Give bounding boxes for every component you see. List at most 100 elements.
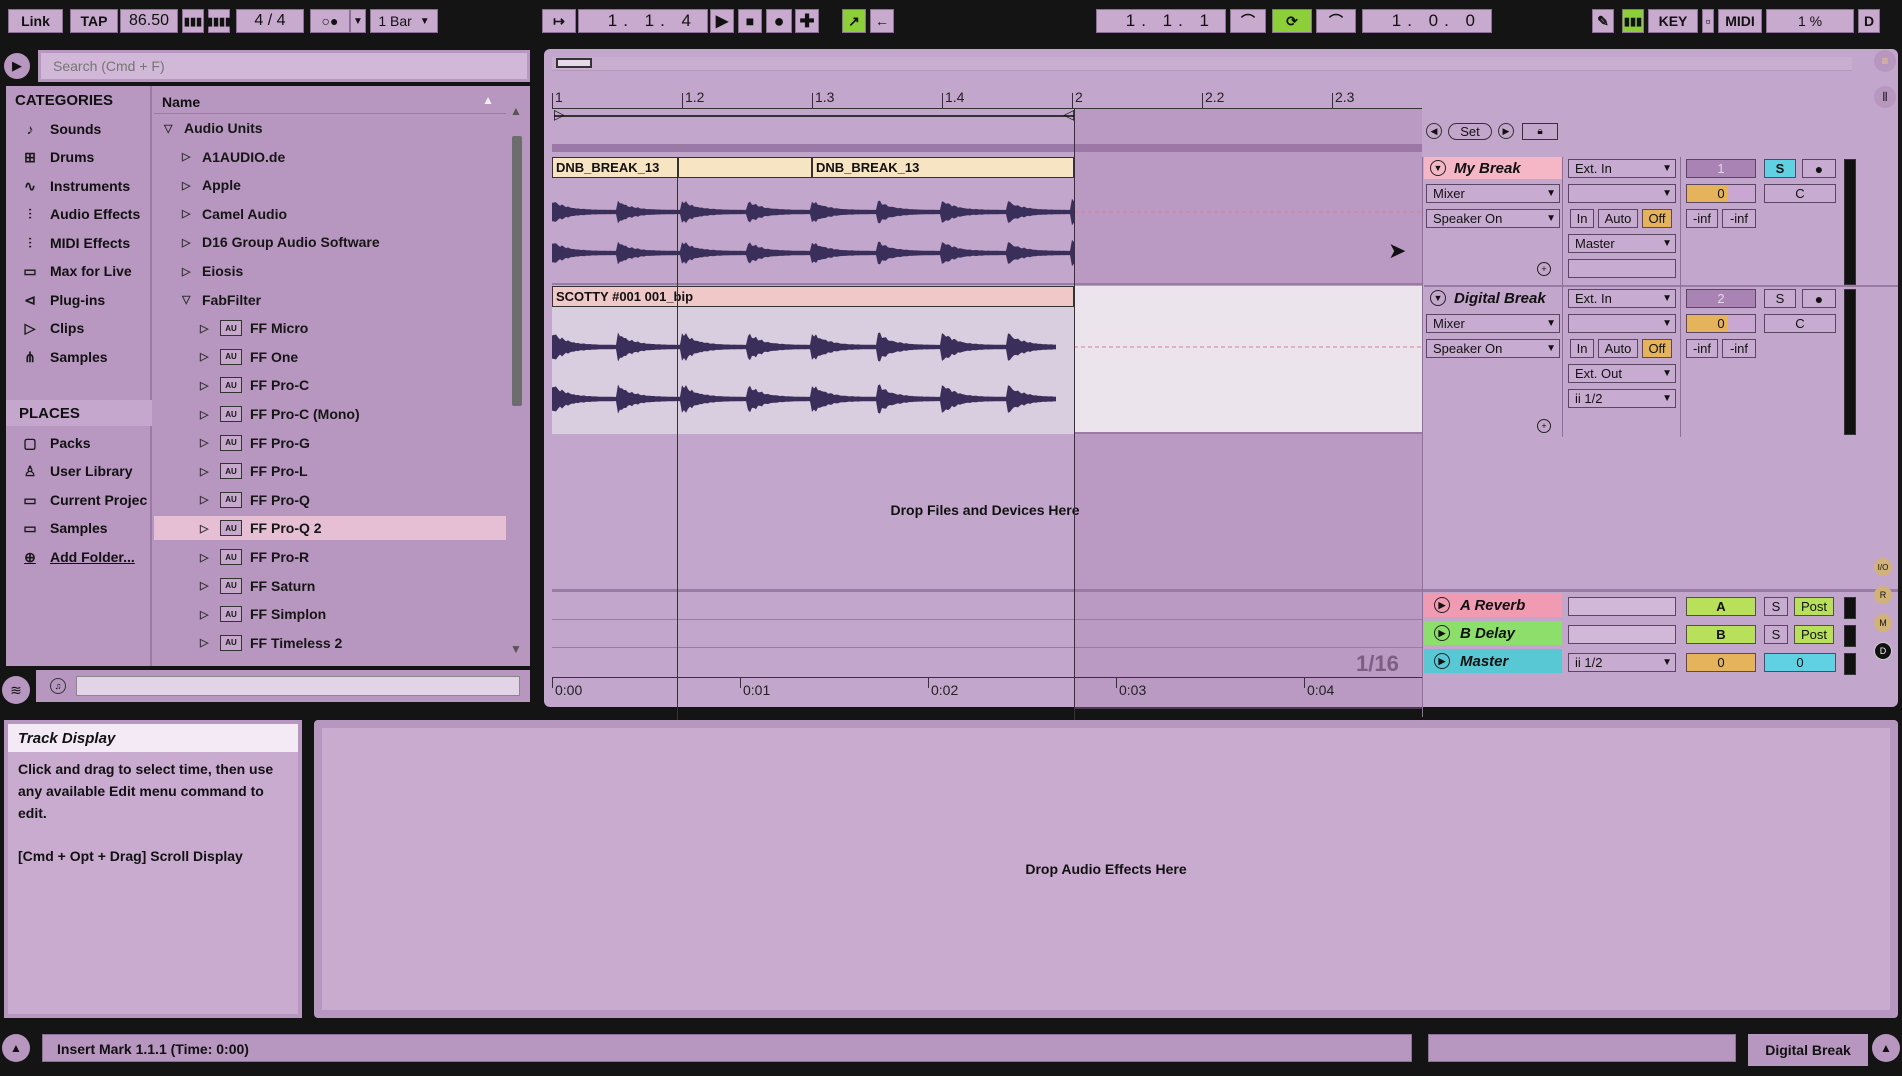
input-type-select[interactable]: Ext. In ▼ xyxy=(1568,289,1676,308)
input-channel-select[interactable]: ▼ xyxy=(1568,184,1676,203)
automation-arm-icon[interactable]: ↗ xyxy=(842,9,866,33)
scroll-up-icon[interactable]: ▲ xyxy=(510,104,526,120)
browser-item[interactable]: ▷ Eiosis xyxy=(154,259,506,283)
link-button[interactable]: Link xyxy=(8,9,63,33)
browser-item[interactable]: ▷ AU FF Timeless 2 xyxy=(154,631,506,655)
set-locator-button[interactable]: Set xyxy=(1448,123,1492,140)
expand-icon[interactable]: ▷ xyxy=(200,636,212,649)
track-number-button[interactable]: 1 xyxy=(1686,159,1756,178)
browser-toggle-icon[interactable]: ▶ xyxy=(4,53,30,79)
loop-end-marker-icon[interactable]: ◁ xyxy=(1063,106,1074,123)
back-to-arrangement-icon[interactable]: ← xyxy=(870,9,894,33)
expand-icon[interactable]: ▷ xyxy=(200,522,212,535)
browser-item[interactable]: ▷ D16 Group Audio Software xyxy=(154,230,506,254)
output-channel-select[interactable]: ii 1/2 ▼ xyxy=(1568,389,1676,408)
browser-item[interactable]: ▷ AU FF Pro-Q xyxy=(154,488,506,512)
loop-switch-icon[interactable]: ⟳ xyxy=(1272,9,1312,33)
pan-field[interactable]: C xyxy=(1764,184,1836,203)
return-track-b-delay[interactable]: ▶ B Delay xyxy=(1424,621,1562,645)
monitor-auto-button[interactable]: Auto xyxy=(1598,339,1638,358)
expand-icon[interactable]: ▷ xyxy=(182,179,194,192)
place-samples[interactable]: ▭ Samples xyxy=(20,516,107,540)
groove-pool-icon[interactable]: ≋ xyxy=(2,676,30,704)
expand-icon[interactable]: ▶ xyxy=(1434,653,1450,669)
io-toggle-icon[interactable]: I/O xyxy=(1874,558,1892,576)
monitor-select[interactable]: Mixer ▼ xyxy=(1426,314,1560,333)
clip-header[interactable] xyxy=(678,157,812,178)
scroll-to-playhead-icon[interactable]: ≡ xyxy=(1874,50,1896,72)
add-device-icon[interactable]: + xyxy=(1537,419,1551,433)
clip-header[interactable]: DNB_BREAK_13 xyxy=(552,157,678,178)
track-title-my-break[interactable]: ▼ My Break xyxy=(1424,157,1562,179)
pan-field[interactable]: C xyxy=(1764,314,1836,333)
category-audio-effects[interactable]: ⫶ Audio Effects xyxy=(20,202,140,226)
volume-field[interactable]: 0 xyxy=(1686,314,1756,333)
punch-in-icon[interactable]: ⌒ xyxy=(1230,9,1266,33)
track-title-digital-break[interactable]: ▼ Digital Break xyxy=(1424,287,1562,309)
expand-icon[interactable]: ▶ xyxy=(1434,625,1450,641)
tap-tempo-button[interactable]: TAP xyxy=(70,9,118,33)
fold-icon[interactable]: ▼ xyxy=(1430,160,1446,176)
browser-item[interactable]: ▷ AU FF Micro xyxy=(154,316,506,340)
browser-item[interactable]: ▽ Audio Units xyxy=(154,116,506,140)
expand-icon[interactable]: ▷ xyxy=(182,236,194,249)
mixer-toggle-icon[interactable]: M xyxy=(1874,614,1892,632)
solo-button[interactable]: S xyxy=(1764,289,1796,308)
master-output-select[interactable]: ii 1/2 ▼ xyxy=(1568,653,1676,672)
tempo-field[interactable]: 86.50 xyxy=(120,9,178,33)
browser-item[interactable]: ▷ Apple xyxy=(154,173,506,197)
category-drums[interactable]: ⊞ Drums xyxy=(20,145,94,169)
master-pan-field[interactable]: 0 xyxy=(1764,653,1836,672)
category-clips[interactable]: ▷ Clips xyxy=(20,316,85,340)
solo-button[interactable]: S xyxy=(1764,159,1796,178)
expand-icon[interactable]: ▷ xyxy=(200,322,212,335)
expand-icon[interactable]: ▷ xyxy=(182,207,194,220)
record-button[interactable]: ● xyxy=(766,9,792,33)
expand-icon[interactable]: ▷ xyxy=(200,379,212,392)
metronome-menu-icon[interactable]: ▼ xyxy=(350,9,366,33)
clip-header[interactable]: DNB_BREAK_13 xyxy=(812,157,1074,178)
info-view-toggle-icon[interactable]: ▲ xyxy=(2,1034,30,1062)
return-b-solo[interactable]: S xyxy=(1764,625,1788,644)
return-a-output[interactable] xyxy=(1568,597,1676,616)
add-device-icon[interactable]: + xyxy=(1537,262,1551,276)
monitor-off-button[interactable]: Off xyxy=(1642,209,1672,228)
search-input[interactable] xyxy=(41,53,527,79)
monitor-auto-button[interactable]: Auto xyxy=(1598,209,1638,228)
return-a-solo[interactable]: S xyxy=(1764,597,1788,616)
expand-icon[interactable]: ▷ xyxy=(200,551,212,564)
grid-display[interactable]: 1/16 xyxy=(1356,651,1399,677)
lock-envelopes-icon[interactable]: 🔒︎ xyxy=(1522,123,1558,140)
time-ruler[interactable]: 0:00 0:01 0:02 0:03 0:04 xyxy=(552,677,1422,698)
browser-item[interactable]: ▷ AU FF Simplon xyxy=(154,602,506,626)
clip-header[interactable]: SCOTTY #001 001_bip xyxy=(552,286,1074,307)
track-number-button[interactable]: 2 xyxy=(1686,289,1756,308)
expand-icon[interactable]: ▷ xyxy=(200,408,212,421)
time-signature-field[interactable]: 4 / 4 xyxy=(236,9,304,33)
expand-icon[interactable]: ▷ xyxy=(200,436,212,449)
preview-waveform-field[interactable] xyxy=(76,676,520,696)
monitor-off-button[interactable]: Off xyxy=(1642,339,1672,358)
browser-item[interactable]: ▷ AU FF Pro-G xyxy=(154,431,506,455)
metronome-icon[interactable]: ○● xyxy=(310,9,350,33)
arrangement-position-field[interactable]: 1. 1. 4 xyxy=(578,9,708,33)
input-type-select[interactable]: Ext. In ▼ xyxy=(1568,159,1676,178)
browser-item[interactable]: ▷ AU FF One xyxy=(154,345,506,369)
sort-arrow-icon[interactable]: ▲ xyxy=(482,93,494,107)
expand-icon[interactable]: ▷ xyxy=(182,150,194,163)
output-channel-select[interactable] xyxy=(1568,259,1676,278)
loop-length-field[interactable]: 1. 0. 0 xyxy=(1362,9,1492,33)
arm-record-icon[interactable]: ● xyxy=(1802,159,1836,178)
master-volume-field[interactable]: 0 xyxy=(1686,653,1756,672)
previous-locator-icon[interactable]: ◀ xyxy=(1426,123,1442,139)
detail-view-toggle-icon[interactable]: ▲ xyxy=(1872,1034,1900,1062)
collapse-icon[interactable]: ▽ xyxy=(182,293,194,306)
monitor-in-button[interactable]: In xyxy=(1570,209,1594,228)
expand-icon[interactable]: ▷ xyxy=(182,265,194,278)
place-current-project[interactable]: ▭ Current Projec xyxy=(20,488,147,512)
delay-toggle-icon[interactable]: D xyxy=(1874,642,1892,660)
loop-start-marker-icon[interactable]: ▷ xyxy=(554,106,565,123)
output-select[interactable]: Master ▼ xyxy=(1568,234,1676,253)
volume-field[interactable]: 0 xyxy=(1686,184,1756,203)
expand-icon[interactable]: ▶ xyxy=(1434,597,1450,613)
